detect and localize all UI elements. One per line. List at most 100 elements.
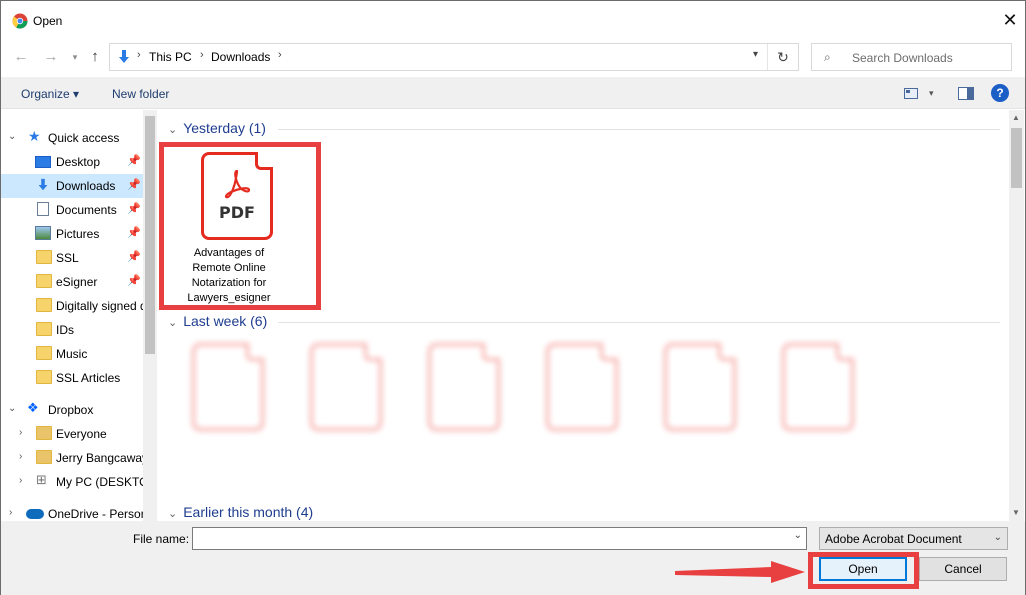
sidebar-item-ssl-articles[interactable]: SSL Articles	[1, 366, 143, 390]
search-icon: ⌕	[824, 50, 831, 64]
file-name-dropdown-icon[interactable]: ⌄	[794, 530, 802, 541]
sidebar-item-label: Documents	[56, 203, 117, 217]
sidebar-item-ids[interactable]: IDs	[1, 318, 143, 342]
sidebar-item-everyone[interactable]: › Everyone	[1, 422, 143, 446]
expand-chevron-icon[interactable]: ›	[19, 451, 22, 462]
file-list-scrollbar[interactable]: ▲ ▼	[1009, 110, 1024, 521]
search-box[interactable]: ⌕ Search Downloads	[811, 43, 1012, 71]
scrollbar-thumb[interactable]	[1011, 128, 1022, 188]
pdf-file-icon	[192, 343, 264, 431]
pointer-arrow-icon	[675, 561, 805, 583]
shared-folder-icon	[36, 450, 52, 464]
scroll-down-icon[interactable]: ▼	[1012, 508, 1020, 517]
sidebar-item-label: Downloads	[56, 179, 116, 193]
pin-icon: 📌	[127, 251, 141, 263]
sidebar-item-label: Dropbox	[48, 403, 94, 417]
file-item-blurred[interactable]	[168, 335, 272, 475]
cancel-button[interactable]: Cancel	[919, 557, 1007, 581]
shared-folder-icon	[36, 426, 52, 440]
expand-chevron-icon[interactable]: ⌄	[8, 403, 16, 414]
breadcrumb-this-pc[interactable]: This PC	[149, 50, 192, 64]
sidebar-item-quick-access[interactable]: ⌄ ★ Quick access	[1, 126, 143, 150]
navigation-row: ← → ▾ ↑ › This PC › Downloads › ▾ ↻ ⌕ Se…	[1, 41, 1025, 73]
pictures-icon	[35, 226, 51, 240]
pdf-file-icon	[428, 343, 500, 431]
pin-icon: 📌	[127, 179, 141, 191]
sidebar-item-esigner[interactable]: eSigner 📌	[1, 270, 143, 294]
preview-pane-icon[interactable]	[958, 87, 974, 100]
sidebar-item-pictures[interactable]: Pictures 📌	[1, 222, 143, 246]
group-header-yesterday[interactable]: ⌄ Yesterday (1)	[168, 120, 266, 136]
highlight-annotation	[159, 142, 321, 310]
sidebar-item-my-pc[interactable]: › ⊞ My PC (DESKTOP	[1, 470, 143, 494]
expand-chevron-icon[interactable]: ›	[9, 507, 12, 518]
sidebar-item-label: IDs	[56, 323, 74, 337]
pin-icon: 📌	[127, 275, 141, 287]
download-arrow-icon	[38, 178, 48, 191]
file-item-blurred[interactable]	[522, 335, 626, 475]
sidebar-item-onedrive[interactable]: › OneDrive - Persor	[1, 502, 143, 521]
pin-icon: 📌	[127, 227, 141, 239]
group-divider	[278, 129, 1000, 130]
file-item-blurred[interactable]	[404, 335, 508, 475]
breadcrumb-downloads[interactable]: Downloads	[211, 50, 270, 64]
address-dropdown-icon[interactable]: ▾	[753, 49, 758, 60]
group-header-last-week[interactable]: ⌄ Last week (6)	[168, 313, 267, 329]
expand-chevron-icon[interactable]: ⌄	[8, 131, 16, 142]
view-dropdown-icon[interactable]: ▾	[929, 88, 934, 99]
close-icon[interactable]: ✕	[995, 6, 1025, 34]
group-header-earlier-this-month[interactable]: ⌄ Earlier this month (4)	[168, 504, 313, 520]
file-type-value: Adobe Acrobat Document	[825, 532, 962, 546]
back-arrow-icon[interactable]: ←	[11, 47, 31, 67]
scrollbar-thumb[interactable]	[145, 116, 155, 354]
sidebar-item-label: Pictures	[56, 227, 100, 241]
breadcrumb-separator-icon: ›	[200, 49, 204, 61]
forward-arrow-icon[interactable]: →	[41, 47, 61, 67]
group-divider	[278, 322, 1000, 323]
collapse-chevron-icon[interactable]: ⌄	[168, 317, 177, 329]
group-header-label: Yesterday (1)	[183, 120, 266, 136]
group-header-label: Last week (6)	[183, 313, 268, 329]
file-item-blurred[interactable]	[758, 335, 862, 475]
address-bar[interactable]: › This PC › Downloads › ▾ ↻	[109, 43, 799, 71]
file-name-input[interactable]: ⌄	[192, 527, 807, 550]
sidebar-item-jerry-bangcaway[interactable]: › Jerry Bangcaway	[1, 446, 143, 470]
sidebar-item-digitally-signed[interactable]: Digitally signed d	[1, 294, 143, 318]
sidebar-item-desktop[interactable]: Desktop 📌	[1, 150, 143, 174]
pdf-file-icon	[782, 343, 854, 431]
file-item-blurred[interactable]	[286, 335, 390, 475]
sidebar-item-music[interactable]: Music	[1, 342, 143, 366]
sidebar-item-downloads[interactable]: Downloads 📌	[1, 174, 143, 198]
breadcrumb-separator-icon: ›	[278, 49, 282, 61]
scroll-up-icon[interactable]: ▲	[1012, 113, 1020, 122]
navigation-scrollbar[interactable]	[143, 110, 157, 521]
dropbox-icon: ❖	[27, 400, 39, 415]
recent-locations-chevron-icon[interactable]: ▾	[65, 47, 85, 67]
search-input[interactable]: Search Downloads	[852, 51, 953, 65]
command-bar: Organize ▾ New folder ▾ ?	[1, 77, 1025, 109]
pc-icon: ⊞	[36, 472, 47, 487]
view-options-icon[interactable]	[904, 88, 918, 99]
expand-chevron-icon[interactable]: ›	[19, 475, 22, 486]
file-item-blurred[interactable]	[640, 335, 744, 475]
organize-button[interactable]: Organize ▾	[21, 87, 79, 101]
navigation-pane: ⌄ ★ Quick access Desktop 📌 Downloads 📌 D…	[1, 110, 157, 521]
sidebar-item-documents[interactable]: Documents 📌	[1, 198, 143, 222]
collapse-chevron-icon[interactable]: ⌄	[168, 508, 177, 520]
sidebar-item-label: OneDrive - Persor	[48, 507, 143, 521]
refresh-icon[interactable]: ↻	[767, 44, 798, 70]
collapse-chevron-icon[interactable]: ⌄	[168, 124, 177, 136]
folder-icon	[36, 370, 52, 384]
file-type-select[interactable]: Adobe Acrobat Document ⌄	[819, 527, 1008, 550]
title-bar: Open ✕	[1, 1, 1025, 41]
sidebar-item-label: SSL Articles	[56, 371, 121, 385]
open-file-dialog: Open ✕ ← → ▾ ↑ › This PC › Downloads › ▾…	[0, 0, 1026, 595]
sidebar-item-dropbox[interactable]: ⌄ ❖ Dropbox	[1, 398, 143, 422]
expand-chevron-icon[interactable]: ›	[19, 427, 22, 438]
help-icon[interactable]: ?	[991, 84, 1009, 102]
sidebar-item-label: eSigner	[56, 275, 98, 289]
sidebar-item-label: Digitally signed d	[56, 299, 143, 313]
new-folder-button[interactable]: New folder	[112, 87, 169, 101]
up-arrow-icon[interactable]: ↑	[85, 47, 105, 67]
sidebar-item-ssl[interactable]: SSL 📌	[1, 246, 143, 270]
